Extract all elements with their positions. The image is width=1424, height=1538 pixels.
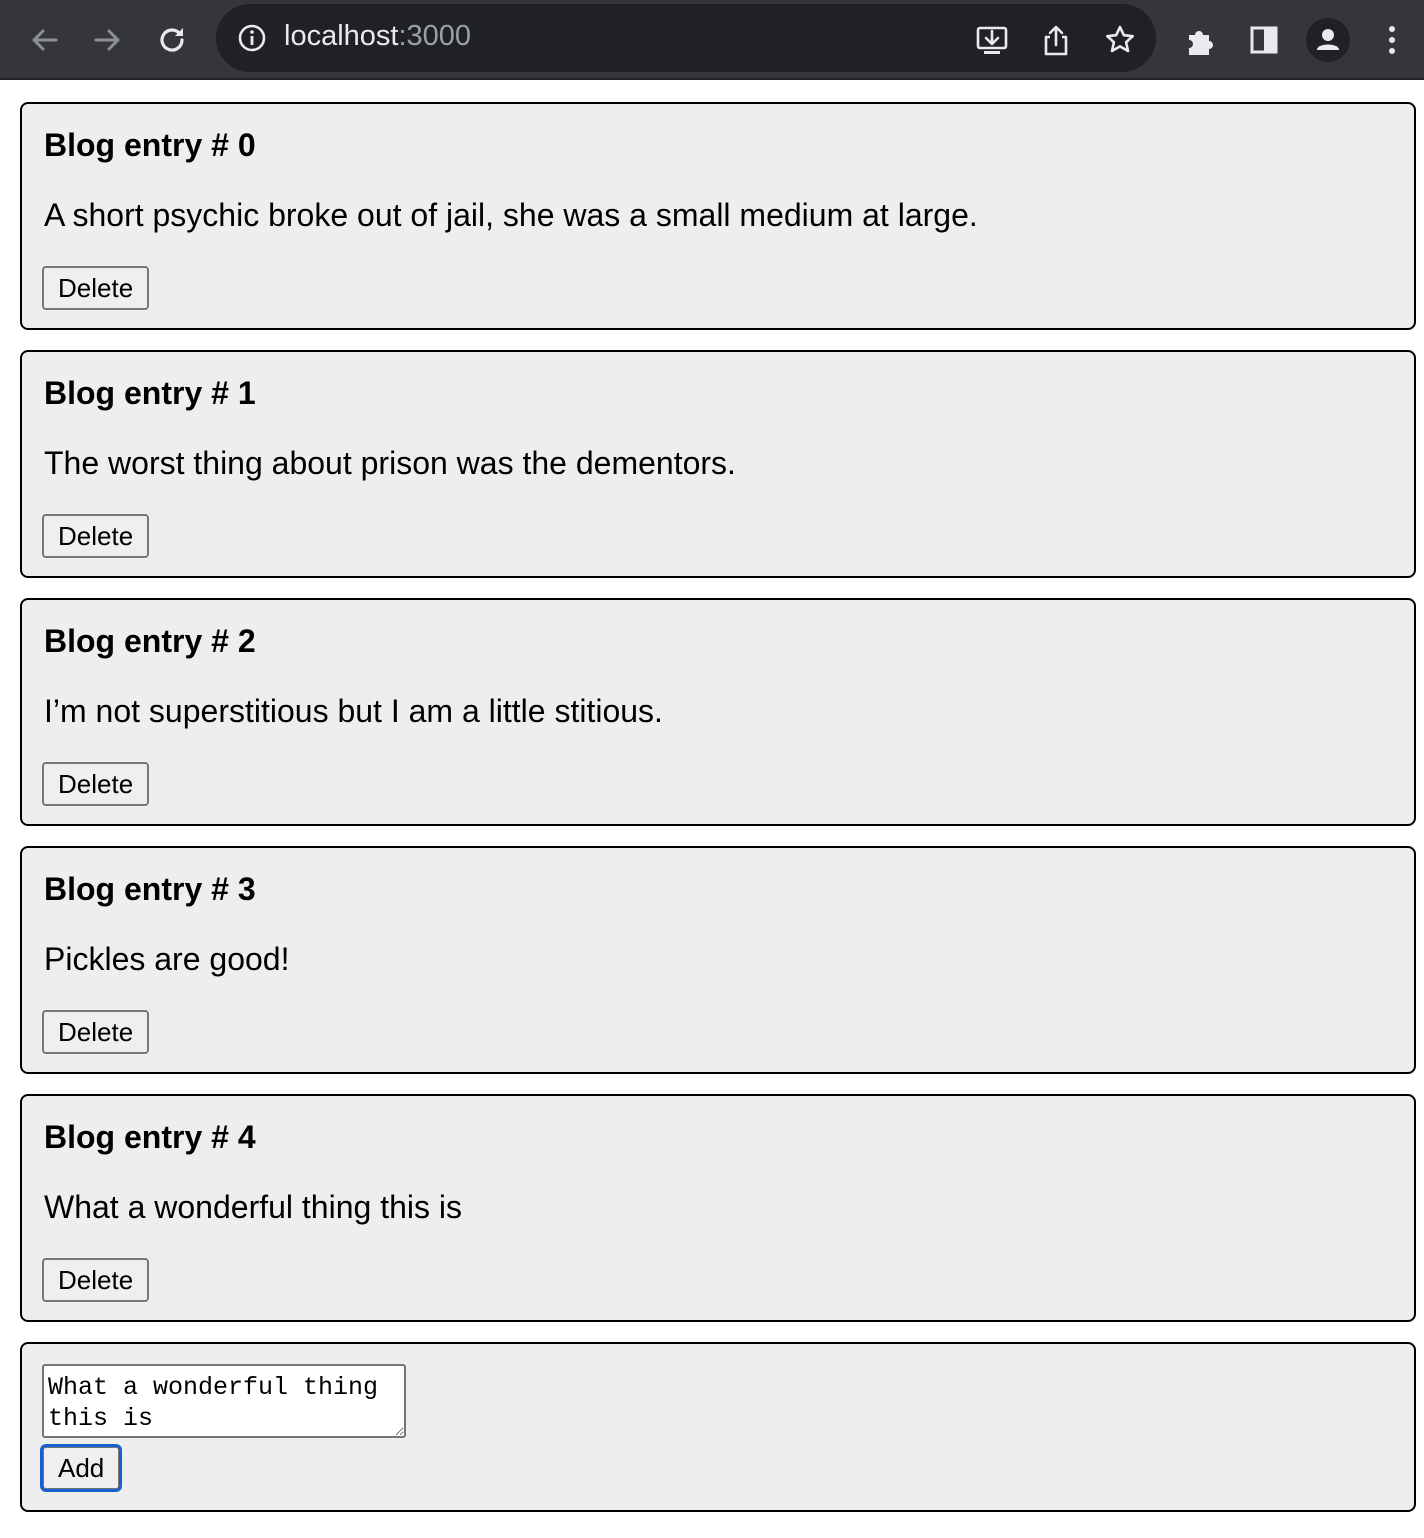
delete-button[interactable]: Delete	[42, 1010, 150, 1054]
delete-button[interactable]: Delete	[42, 514, 150, 558]
delete-button[interactable]: Delete	[42, 1258, 150, 1302]
info-icon[interactable]	[236, 22, 268, 54]
entry-title: Blog entry # 4	[44, 1119, 256, 1155]
delete-button[interactable]: Delete	[42, 762, 150, 806]
entry-text: What a wonderful thing this is	[44, 1189, 462, 1225]
url-text[interactable]: localhost:3000	[284, 18, 471, 54]
entry-text: I’m not superstitious but I am a little …	[44, 693, 663, 729]
extensions-icon[interactable]	[1176, 16, 1224, 64]
blog-entry: Blog entry # 1 The worst thing about pri…	[20, 350, 1416, 578]
add-button[interactable]: Add	[39, 1444, 123, 1492]
profile-icon[interactable]	[1304, 16, 1352, 64]
entry-title: Blog entry # 2	[44, 623, 256, 659]
install-icon[interactable]	[968, 16, 1016, 64]
blog-entry: Blog entry # 0 A short psychic broke out…	[20, 102, 1416, 330]
bookmark-star-icon[interactable]	[1096, 16, 1144, 64]
entry-title: Blog entry # 0	[44, 127, 256, 163]
share-icon[interactable]	[1032, 16, 1080, 64]
entry-text: Pickles are good!	[44, 941, 290, 977]
blog-entry: Blog entry # 4 What a wonderful thing th…	[20, 1094, 1416, 1322]
blog-entry: Blog entry # 3 Pickles are good! Delete	[20, 846, 1416, 1074]
entry-title: Blog entry # 3	[44, 871, 256, 907]
reload-icon[interactable]	[148, 16, 196, 64]
menu-kebab-icon[interactable]	[1368, 16, 1416, 64]
new-entry-form: What a wonderful thing this is Add	[20, 1342, 1416, 1512]
side-panel-icon[interactable]	[1240, 16, 1288, 64]
entry-textarea[interactable]: What a wonderful thing this is	[42, 1364, 406, 1438]
browser-toolbar: localhost:3000	[0, 0, 1424, 80]
entry-text: A short psychic broke out of jail, she w…	[44, 197, 978, 233]
entry-text: The worst thing about prison was the dem…	[44, 445, 736, 481]
blog-entry: Blog entry # 2 I’m not superstitious but…	[20, 598, 1416, 826]
back-arrow-icon[interactable]	[20, 16, 68, 64]
forward-arrow-icon[interactable]	[84, 16, 132, 64]
url-port: :3000	[398, 20, 472, 52]
delete-button[interactable]: Delete	[42, 266, 150, 310]
entry-title: Blog entry # 1	[44, 375, 256, 411]
url-host: localhost	[284, 20, 399, 52]
